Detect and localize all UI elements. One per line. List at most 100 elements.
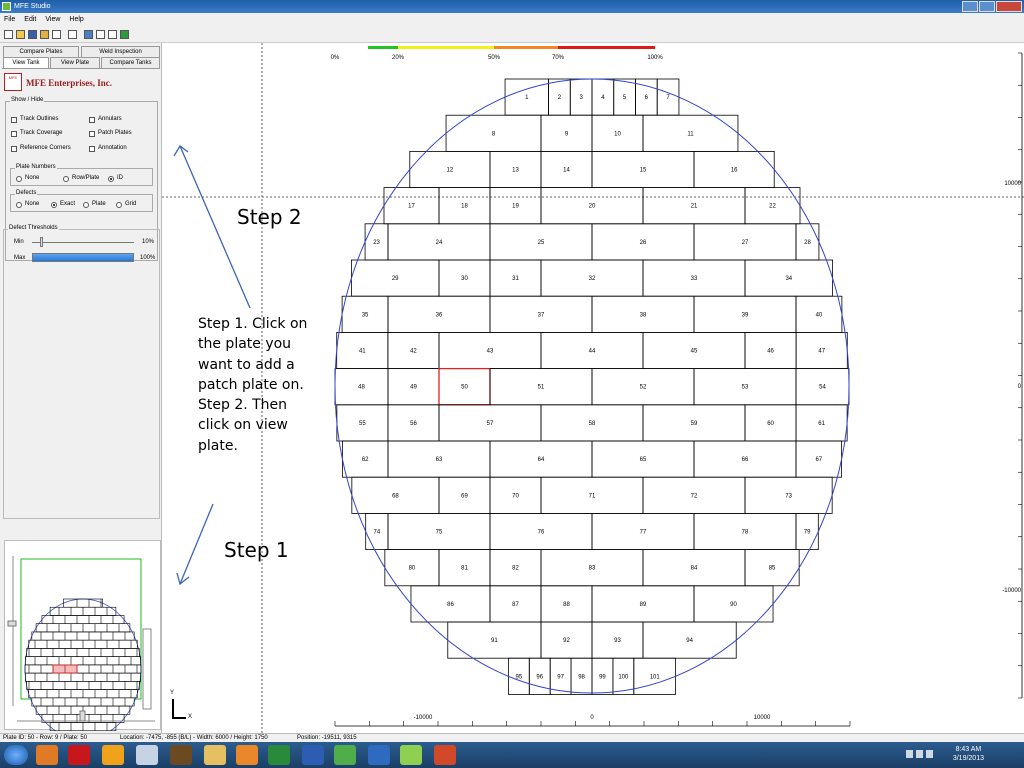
tab-compare-plates[interactable]: Compare Plates: [3, 46, 79, 57]
preview-icon[interactable]: [108, 30, 117, 39]
menu-view[interactable]: View: [45, 13, 60, 27]
menu-help[interactable]: Help: [69, 13, 83, 27]
powerpoint-icon[interactable]: [434, 745, 456, 765]
tank-minimap[interactable]: [5, 541, 162, 740]
y-axis-label: 10000: [1004, 181, 1021, 187]
plate-label: 63: [436, 457, 443, 463]
plate-label: 92: [563, 638, 570, 644]
close-button[interactable]: [996, 1, 1022, 12]
tab-divider: [2, 68, 160, 69]
puzzle-app-icon[interactable]: [334, 745, 356, 765]
x-axis-label: 0: [590, 715, 594, 721]
window-titlebar: MFE Studio: [0, 0, 1024, 13]
step1-arrow: [179, 503, 214, 585]
explorer-icon[interactable]: [204, 745, 226, 765]
tab-view-tank[interactable]: View Tank: [3, 57, 49, 68]
plate-label: 14: [563, 168, 570, 174]
menu-file[interactable]: File: [4, 13, 15, 27]
word-icon[interactable]: [302, 745, 324, 765]
status-position: Position: -19511, 9315: [297, 735, 357, 741]
plate-label: 75: [436, 530, 443, 536]
plate-label: 97: [557, 674, 564, 680]
excel-icon[interactable]: [268, 745, 290, 765]
volume-icon[interactable]: [926, 750, 933, 758]
minimize-button[interactable]: [962, 1, 978, 12]
axis-indicator-y: Y: [170, 690, 175, 696]
plate-label: 98: [578, 674, 585, 680]
track-outlines-checkbox[interactable]: Track Outlines: [11, 116, 58, 123]
start-button[interactable]: [4, 745, 28, 765]
plate-label: 18: [461, 204, 468, 210]
tab-weld-inspection[interactable]: Weld Inspection: [81, 46, 160, 57]
plate-label: 64: [538, 457, 545, 463]
defects-grid-radio[interactable]: Grid: [116, 201, 136, 208]
menu-edit[interactable]: Edit: [24, 13, 36, 27]
outlook-icon[interactable]: [102, 745, 124, 765]
taskbar: 8:43 AM 3/19/2013: [0, 742, 1024, 768]
color-scale-label: 100%: [647, 55, 663, 61]
x-axis-label: 10000: [754, 715, 771, 721]
firefox-icon[interactable]: [36, 745, 58, 765]
calculator-icon[interactable]: [136, 745, 158, 765]
step2-label: Step 2: [237, 205, 302, 229]
min-threshold-slider[interactable]: [32, 242, 134, 243]
plate-label: 38: [640, 312, 647, 318]
plate-label: 96: [536, 674, 543, 680]
track-coverage-checkbox[interactable]: Track Coverage: [11, 130, 62, 137]
open-folder-icon[interactable]: [16, 30, 25, 39]
defects-none-radio[interactable]: None: [16, 201, 39, 208]
new-file-icon[interactable]: [4, 30, 13, 39]
patch-plates-checkbox[interactable]: Patch Plates: [89, 130, 132, 137]
tab-compare-tanks[interactable]: Compare Tanks: [101, 57, 160, 68]
plate-label: 15: [640, 168, 647, 174]
x-axis-label: -10000: [414, 715, 433, 721]
color-scale-segment: [558, 46, 655, 49]
plate-numbers-id-radio[interactable]: ID: [108, 175, 123, 182]
min-threshold-value: 10%: [142, 239, 155, 245]
defects-group: Defects None Exact Plate Grid: [10, 190, 153, 212]
mfe-studio-icon[interactable]: [400, 745, 422, 765]
copy-icon[interactable]: [68, 30, 77, 39]
axes: -10000 0 10000 10000 0 -10000: [334, 52, 1023, 727]
plate-numbers-none-radio[interactable]: None: [16, 175, 39, 182]
defect-thresholds-title: Defect Thresholds: [8, 225, 59, 231]
plate-numbers-rowplate-radio[interactable]: Row/Plate: [63, 175, 99, 182]
camera-icon[interactable]: [368, 745, 390, 765]
plate-label: 77: [640, 530, 647, 536]
reference-corners-checkbox[interactable]: Reference Corners: [11, 145, 71, 152]
maximize-button[interactable]: [979, 1, 995, 12]
max-threshold-bar[interactable]: [32, 253, 134, 262]
print-icon[interactable]: [52, 30, 61, 39]
plate-label: 12: [447, 168, 454, 174]
y-axis-label: -10000: [1002, 588, 1021, 594]
plate-label: 6: [645, 95, 649, 101]
plate-label: 50: [461, 385, 468, 391]
save-icon[interactable]: [28, 30, 37, 39]
minimap-vertical-thumb: [7, 620, 17, 627]
annulars-checkbox[interactable]: Annulars: [89, 116, 122, 123]
defects-exact-radio[interactable]: Exact: [51, 201, 75, 208]
defects-plate-radio[interactable]: Plate: [83, 201, 106, 208]
min-threshold-thumb[interactable]: [40, 237, 44, 247]
plate-label: 76: [538, 530, 545, 536]
view-icon[interactable]: [84, 30, 93, 39]
tray-arrow-icon[interactable]: [906, 750, 913, 758]
max-threshold-fill: [33, 254, 133, 261]
plate-label: 27: [742, 240, 749, 246]
acrobat-icon[interactable]: [68, 745, 90, 765]
tab-view-plate[interactable]: View Plate: [50, 57, 100, 68]
plate-label: 82: [512, 566, 519, 572]
plate-label: 9: [565, 131, 569, 137]
system-clock[interactable]: 8:43 AM 3/19/2013: [953, 745, 984, 763]
report-icon[interactable]: [96, 30, 105, 39]
import-icon[interactable]: [40, 30, 49, 39]
media-player-icon[interactable]: [236, 745, 258, 765]
excel-export-icon[interactable]: [120, 30, 129, 39]
network-icon[interactable]: [916, 750, 923, 758]
ups-icon[interactable]: [170, 745, 192, 765]
annotation-checkbox[interactable]: Annotation: [89, 145, 127, 152]
minimap-horizontal-thumb: [79, 710, 86, 722]
y-axis-label: 0: [1018, 384, 1022, 390]
axis-indicator: Y X: [170, 690, 192, 720]
plate-label: 7: [666, 95, 670, 101]
